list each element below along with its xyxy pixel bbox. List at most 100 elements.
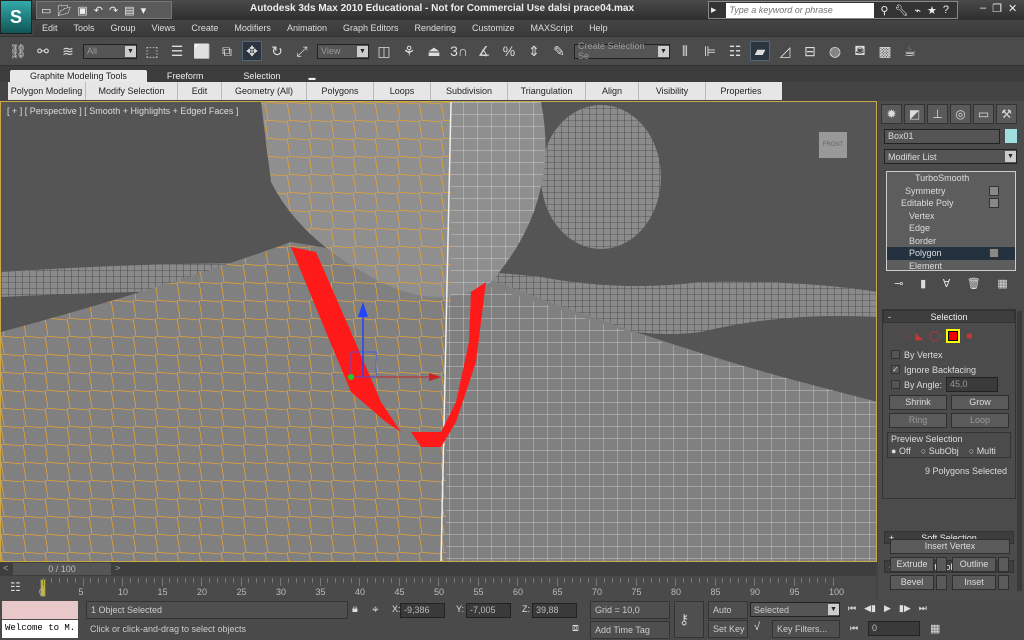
edit-named-selection-icon[interactable]: ✎ [549,41,569,61]
tab-graphite-modeling-tools[interactable]: Graphite Modeling Tools [10,70,147,82]
window-crossing-icon[interactable]: ⧉ [217,41,237,61]
inset-settings-button[interactable] [998,575,1009,590]
loop-button[interactable]: Loop [951,413,1009,428]
redo-icon[interactable]: ↷ [109,4,118,17]
create-tab-icon[interactable]: ✹ [881,104,902,124]
key-mode-dropdown[interactable]: Selected ▼ [750,602,840,617]
select-object-icon[interactable]: ⬚ [142,41,162,61]
menu-group[interactable]: Group [103,23,144,33]
panel-polygon-modeling[interactable]: Polygon Modeling [8,82,86,100]
z-coordinate-field[interactable]: 39,88 [532,603,577,618]
inset-button[interactable]: Inset [952,575,996,590]
percent-snap-icon[interactable]: % [499,41,519,61]
graphite-toggle-icon[interactable]: ▰ [750,41,770,61]
remove-modifier-icon[interactable]: 🗑︎ [967,277,981,290]
preview-multi-radio[interactable]: ○ Multi [969,446,996,456]
by-vertex-checkbox[interactable]: By Vertex [891,347,1015,362]
stack-item-element[interactable]: Element [887,260,1015,273]
panel-polygons[interactable]: Polygons [307,82,374,100]
motion-tab-icon[interactable]: ◎ [950,104,971,124]
key-mode-toggle-icon[interactable]: ⏮ [850,623,858,634]
command-panel-scrollbar[interactable] [1017,311,1022,591]
utilities-tab-icon[interactable]: ⚒ [996,104,1017,124]
stack-toggle[interactable] [989,248,999,258]
panel-visibility[interactable]: Visibility [639,82,706,100]
project-folder-icon[interactable]: ▤ [124,4,134,17]
panel-edit[interactable]: Edit [178,82,222,100]
maxscript-listener-pink[interactable] [2,601,78,619]
set-key-button[interactable]: Set Key [708,620,748,638]
spinner-snap-icon[interactable]: ⇕ [524,41,544,61]
material-editor-icon[interactable]: ◍ [825,41,845,61]
render-setup-icon[interactable]: ⛾ [850,41,870,61]
stack-item-border[interactable]: Border [887,235,1015,248]
grow-button[interactable]: Grow [951,395,1009,410]
wrench-icon[interactable]: 🔧︎ [894,4,908,17]
viewcube[interactable]: FRONT [819,132,847,158]
pin-stack-icon[interactable]: ⊸ [894,277,903,290]
application-button[interactable]: S [0,0,32,34]
stack-item-polygon[interactable]: Polygon [887,247,1015,260]
new-file-icon[interactable]: ▭ [41,4,51,17]
scale-icon[interactable]: ⤢ [292,41,312,61]
preview-off-radio[interactable]: ● Off [891,446,911,456]
panel-loops[interactable]: Loops [374,82,431,100]
selection-rollout-header[interactable]: - Selection [883,310,1015,323]
ignore-backfacing-checkbox[interactable]: ✓ Ignore Backfacing [891,362,1015,377]
track-bar[interactable]: ☷ 0 5 10 15 20 25 30 35 40 45 50 55 60 65 70 75 80 85 90 95… [0,576,876,600]
panel-subdivision[interactable]: Subdivision [431,82,508,100]
stack-item-symmetry[interactable]: Symmetry [887,185,1015,198]
stack-item-edge[interactable]: Edge [887,222,1015,235]
menu-rendering[interactable]: Rendering [407,23,465,33]
menu-maxscript[interactable]: MAXScript [523,23,582,33]
menu-modifiers[interactable]: Modifiers [226,23,279,33]
insert-vertex-button[interactable]: Insert Vertex [890,539,1010,554]
modifier-list-dropdown[interactable]: Modifier List ▼ [884,149,1017,164]
time-tag-icon[interactable]: ⧈ [572,622,579,635]
curve-editor-icon[interactable]: ◿ [775,41,795,61]
object-color-swatch[interactable] [1005,129,1017,143]
stack-item-turbosmooth[interactable]: TurboSmooth [887,172,1015,185]
make-unique-icon[interactable]: ∀ [943,277,951,290]
hierarchy-tab-icon[interactable]: ⊥ [927,104,948,124]
preview-subobj-radio[interactable]: ○ SubObj [921,446,959,456]
outline-settings-button[interactable] [998,557,1009,572]
menu-customize[interactable]: Customize [464,23,523,33]
ribbon-menu-icon[interactable]: ▬ [300,75,323,82]
menu-animation[interactable]: Animation [279,23,335,33]
modify-tab-icon[interactable]: ◩ [904,104,925,124]
menu-views[interactable]: Views [144,23,184,33]
link-icon[interactable]: ⛓ [8,41,28,61]
panel-modify-selection[interactable]: Modify Selection [86,82,178,100]
next-frame-icon[interactable]: ▮▶ [899,603,911,614]
border-mode-icon[interactable]: ◯ [929,331,940,342]
undo-icon[interactable]: ↶ [94,4,103,17]
named-selection-set-dropdown[interactable]: Create Selection Se ▼ [574,41,670,61]
x-coordinate-field[interactable]: -9,386 [400,603,445,618]
viewport-label[interactable]: [ + ] [ Perspective ] [ Smooth + Highlig… [7,106,238,116]
align-icon[interactable]: ⊫ [700,41,720,61]
prev-frame-button[interactable]: < [3,563,8,573]
angle-snap-icon[interactable]: ∡ [474,41,494,61]
minimize-icon[interactable]: – [980,2,986,15]
menu-tools[interactable]: Tools [66,23,103,33]
play-icon[interactable]: ▶ [884,603,891,614]
selection-filter-dropdown[interactable]: All ▼ [83,43,137,59]
tab-freeform[interactable]: Freeform [147,70,224,82]
schematic-view-icon[interactable]: ⊟ [800,41,820,61]
pivot-center-icon[interactable]: ◫ [374,41,394,61]
save-icon[interactable]: ▣ [77,4,87,17]
extrude-button[interactable]: Extrude [890,557,934,572]
search-input[interactable] [726,2,875,18]
edge-mode-icon[interactable]: ◣ [915,331,923,342]
stack-item-editable-poly[interactable]: Editable Poly [887,197,1015,210]
stack-item-vertex[interactable]: Vertex [887,210,1015,223]
help-icon[interactable]: ? [943,4,949,16]
menu-help[interactable]: Help [581,23,616,33]
layer-manager-icon[interactable]: ☷ [725,41,745,61]
tab-selection[interactable]: Selection [223,70,300,82]
current-frame-field[interactable]: 0 [868,621,920,636]
key-filters-button[interactable]: Key Filters... [772,620,840,638]
satellite-icon[interactable]: ⌁ [914,4,921,17]
perspective-viewport[interactable]: [ + ] [ Perspective ] [ Smooth + Highlig… [0,101,877,562]
